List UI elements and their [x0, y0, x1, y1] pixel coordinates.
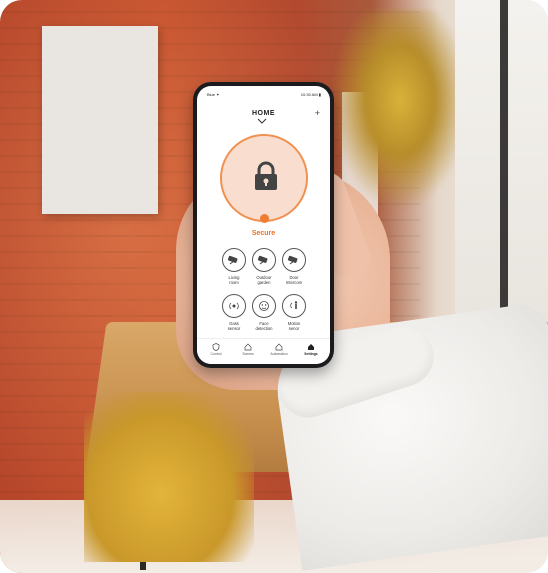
padlock-icon: [253, 161, 279, 196]
shield-icon: [212, 343, 220, 351]
tab-label: Settings: [304, 352, 318, 356]
window-frame: [500, 0, 508, 330]
hanging-plant: [330, 10, 470, 210]
tab-label: Control: [210, 352, 222, 356]
status-bar: Blue ✦ 10:30 AM ▮: [197, 86, 330, 100]
motion-icon: [282, 294, 306, 318]
clock-label: 10:30 AM ▮: [300, 92, 321, 97]
tile-label: Motion senor: [287, 321, 301, 331]
tab-label: Scenes: [242, 352, 254, 356]
carrier-label: Blue ✦: [207, 92, 220, 97]
tab-control[interactable]: Control: [201, 343, 231, 356]
tab-automation[interactable]: Automation: [264, 343, 294, 356]
camera-icon: [222, 248, 246, 272]
add-icon[interactable]: +: [315, 108, 320, 118]
yellow-chair: [84, 392, 254, 562]
house-icon: [275, 343, 283, 351]
tile-door-intercom[interactable]: Door Intercom: [275, 248, 313, 285]
chevron-down-icon[interactable]: [257, 118, 267, 126]
camera-icon: [282, 248, 306, 272]
house-filled-icon: [308, 344, 314, 350]
phone-screen: Blue ✦ 10:30 AM ▮ HOME + Secure Living r…: [197, 86, 330, 364]
status-indicator-dot: [260, 214, 269, 223]
security-status-button[interactable]: [220, 134, 308, 222]
photo-background: Blue ✦ 10:30 AM ▮ HOME + Secure Living r…: [0, 0, 548, 573]
tab-settings[interactable]: Settings: [296, 343, 326, 356]
page-title: HOME: [252, 110, 275, 117]
tab-label: Automation: [270, 352, 288, 356]
face-icon: [252, 294, 276, 318]
tab-scenes[interactable]: Scenes: [233, 343, 263, 356]
camera-icon: [252, 248, 276, 272]
wall-canvas: [42, 26, 158, 214]
security-status-label: Secure: [251, 230, 276, 237]
house-icon: [244, 343, 252, 351]
bottom-tab-bar: Control Scenes Automation Settings: [197, 338, 330, 364]
tile-motion-sensor[interactable]: Motion senor: [275, 294, 313, 331]
smartphone: Blue ✦ 10:30 AM ▮ HOME + Secure Living r…: [193, 82, 334, 368]
tile-label: Door Intercom: [285, 275, 303, 285]
gas-sensor-icon: [222, 294, 246, 318]
